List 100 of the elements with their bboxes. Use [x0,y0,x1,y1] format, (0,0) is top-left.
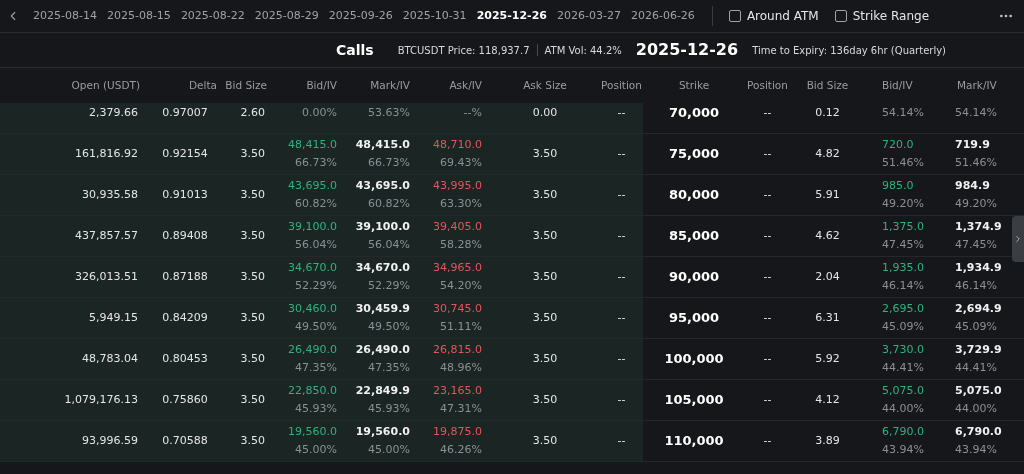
atm-vol-label: ATM Vol: 44.2% [544,43,622,58]
iv-value: 52.29% [368,278,410,294]
price-value: 1,935.0 [882,260,924,276]
strike-price: 75,000 [667,145,721,164]
expiry-tab[interactable]: 2026-06-26 [625,0,700,32]
delta-value: 0.92154 [161,145,209,162]
price-value: 34,670.0 [288,260,337,276]
price-value: 5,075.0 [955,383,1002,399]
column-header: Open (USDT) [70,77,141,93]
iv-value: 54.14% [882,105,924,121]
calls-row[interactable]: 161,816.92 0.92154 3.50 48,415.0 66.73% 48,415.0 66.73% 48,710.0 69.43% 3.50 -- [0,134,643,174]
price-value: 39,100.0 [288,219,337,235]
calls-row[interactable]: 30,935.58 0.91013 3.50 43,695.0 60.82% 43,695.0 60.82% 43,995.0 63.30% 3.50 -- [0,175,643,215]
expiry-tab[interactable]: 2025-09-26 [323,0,398,32]
iv-value: 44.00% [955,401,997,417]
calls-row[interactable]: 5,949.15 0.84209 3.50 30,460.0 49.50% 30,459.9 49.50% 30,745.0 51.11% 3.50 -- [0,298,643,338]
expiry-tab[interactable]: 2025-10-31 [397,0,472,32]
iv-value: 44.41% [955,360,997,376]
strike-price: 70,000 [667,104,721,123]
expiry-tab[interactable]: 2025-08-14 [28,0,102,32]
column-header: Position [600,77,643,93]
ask-size: 3.50 [531,309,559,326]
ask-size: 3.50 [531,227,559,244]
column-header: Strike [677,77,711,93]
price-value: 34,670.0 [355,260,410,276]
bid-size: 4.62 [814,227,841,244]
price-value: 48,710.0 [433,137,482,153]
price-value: 22,849.9 [355,383,410,399]
calls-row[interactable]: 437,857.57 0.89408 3.50 39,100.0 56.04% 39,100.0 56.04% 39,405.0 58.28% 3.50 -- [0,216,643,256]
calls-row[interactable]: 2,379.66 0.97007 2.60 0.00% 53.63% --% 0.00 -- [0,103,643,133]
price-value: 30,460.0 [288,301,337,317]
iv-value: 63.30% [440,196,482,212]
expiry-tab[interactable]: 2026-03-27 [552,0,626,32]
bid-size: 3.89 [814,432,841,449]
price-value: 1,374.9 [955,219,1002,235]
position-value: -- [762,268,773,285]
price-value: 3,729.9 [955,342,1002,358]
bid-size: 3.50 [239,145,266,162]
iv-value: 46.26% [440,442,482,458]
side-title: Calls [336,40,374,60]
iv-value: 66.73% [368,155,410,171]
open-interest: 30,935.58 [81,186,139,203]
column-header: Bid Size [225,77,268,93]
column-header: Delta [188,77,218,93]
iv-value: 45.09% [955,319,997,335]
price-value: 719.9 [955,137,990,153]
expiry-tab[interactable]: 2025-12-26 [471,0,552,32]
position-value: -- [762,309,773,326]
iv-value: 51.46% [955,155,997,171]
ask-size: 3.50 [531,350,559,367]
iv-value: 47.35% [295,360,337,376]
calls-row[interactable]: 48,783.04 0.80453 3.50 26,490.0 47.35% 26,490.0 47.35% 26,815.0 48.96% 3.50 -- [0,339,643,379]
strike-price: 100,000 [663,350,725,369]
column-header: Ask/IV [448,77,483,93]
calls-row[interactable]: 93,996.59 0.70588 3.50 19,560.0 45.00% 19,560.0 45.00% 19,875.0 46.26% 3.50 -- [0,421,643,461]
bid-size: 3.50 [239,309,266,326]
iv-value: 66.73% [295,155,337,171]
strike-price: 105,000 [663,391,725,410]
calls-row[interactable]: 1,079,176.13 0.75860 3.50 22,850.0 45.93% 22,849.9 45.93% 23,165.0 47.31% 3.50 -- [0,380,643,420]
strike-price: 110,000 [663,432,725,451]
price-value: 39,405.0 [433,219,482,235]
checkbox-label: Strike Range [852,8,930,25]
price-value: 43,995.0 [433,178,482,194]
calls-row[interactable]: 326,013.51 0.87188 3.50 34,670.0 52.29% 34,670.0 52.29% 34,965.0 54.20% 3.50 -- [0,257,643,297]
price-value: 22,850.0 [288,383,337,399]
expiry-tab[interactable]: 2025-08-22 [175,0,250,32]
strike-price: 85,000 [667,227,721,246]
iv-value: 44.41% [882,360,924,376]
iv-value: 47.45% [955,237,997,253]
expiry-tab[interactable]: 2025-08-29 [249,0,324,32]
open-interest: 1,079,176.13 [63,391,139,408]
position-value: -- [616,186,627,203]
price-value: 30,745.0 [433,301,482,317]
position-value: -- [616,227,627,244]
ask-size: 3.50 [531,432,559,449]
price-label: BTCUSDT Price: 118,937.7 [397,43,530,58]
iv-value: 69.43% [440,155,482,171]
position-value: -- [762,145,773,162]
iv-value: 43.94% [955,442,997,458]
strike-price: 90,000 [667,268,721,287]
iv-value: 49.20% [955,196,997,212]
expiry-tab[interactable]: 2025-08-15 [101,0,176,32]
delta-value: 0.84209 [161,309,209,326]
checkbox[interactable] [728,10,741,22]
position-value: -- [616,391,627,408]
price-value: 39,100.0 [355,219,410,235]
bid-size: 2.04 [814,268,841,285]
bid-size: 4.12 [814,391,841,408]
iv-value: 56.04% [295,237,337,253]
iv-value: 47.31% [440,401,482,417]
position-value: -- [762,104,773,121]
checkbox-label: Around ATM [746,8,819,25]
price-value: 19,560.0 [355,424,410,440]
iv-value: 47.35% [368,360,410,376]
checkbox[interactable] [834,10,847,22]
expiry-date: 2025-12-26 [635,39,739,61]
iv-value: 60.82% [295,196,337,212]
position-value: -- [762,350,773,367]
iv-value: 45.09% [882,319,924,335]
bid-size: 3.50 [239,432,266,449]
